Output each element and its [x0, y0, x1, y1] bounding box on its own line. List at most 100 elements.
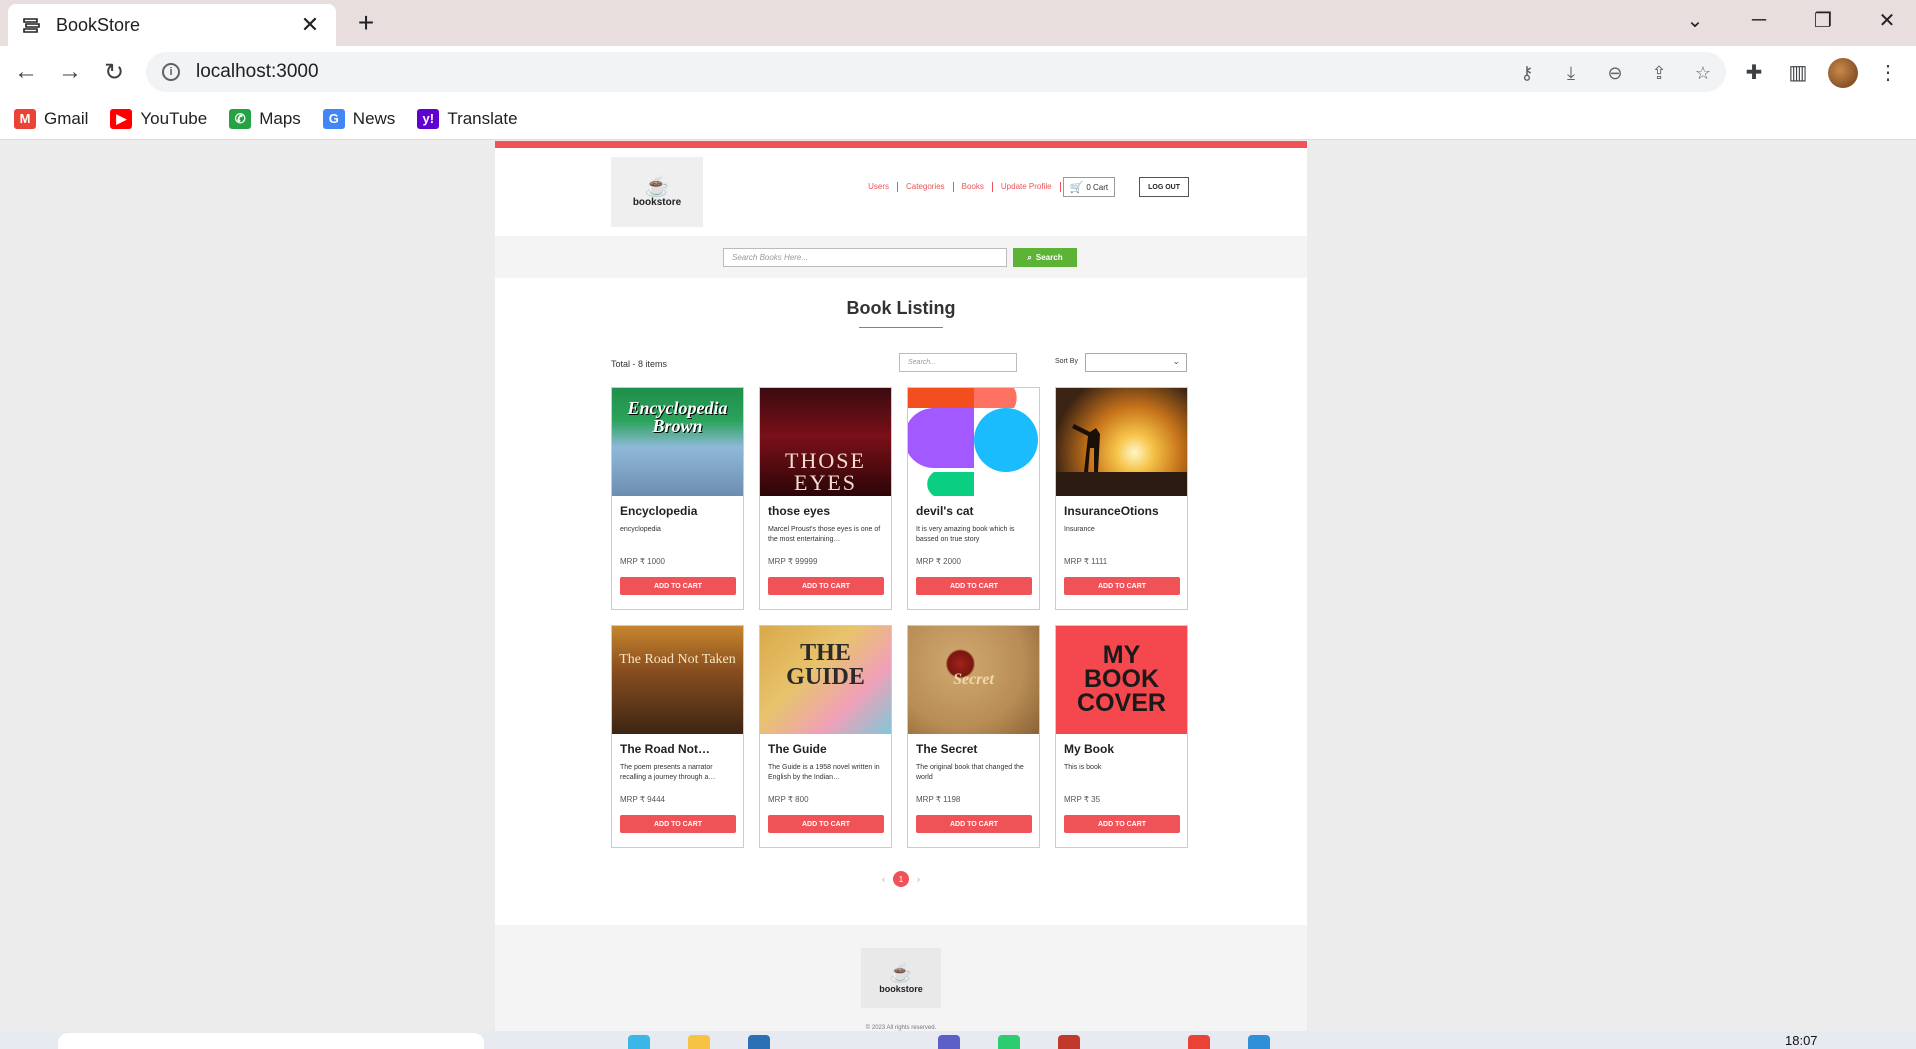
page-number-current[interactable]: 1 [893, 871, 909, 887]
add-to-cart-button[interactable]: ADD TO CART [620, 577, 736, 595]
book-price: MRP ₹ 99999 [768, 557, 818, 566]
nav-update-profile[interactable]: Update Profile [993, 182, 1061, 192]
add-to-cart-button[interactable]: ADD TO CART [916, 577, 1032, 595]
book-cover-image[interactable]: The Road Not Taken [612, 626, 743, 734]
folder-icon[interactable] [688, 1035, 710, 1049]
next-page-icon[interactable]: › [917, 874, 920, 884]
book-description: This is book [1064, 764, 1102, 771]
book-stack-icon [22, 14, 44, 36]
book-card[interactable]: Encyclopedia Brown Encyclopedia encycloped… [611, 387, 744, 610]
nav-books[interactable]: Books [954, 182, 993, 192]
store-icon[interactable] [748, 1035, 770, 1049]
new-tab-icon[interactable]: + [350, 8, 382, 38]
book-price: MRP ₹ 1000 [620, 557, 665, 566]
tab-search-chevron-icon[interactable]: ⌄ [1668, 0, 1722, 40]
minimize-icon[interactable]: ─ [1732, 0, 1786, 40]
whatsapp-icon[interactable] [998, 1035, 1020, 1049]
book-cover-image[interactable]: Secret [908, 626, 1039, 734]
book-search-input[interactable]: Search Books Here... [723, 248, 1007, 267]
bookmarks-bar: M Gmail ▶ YouTube ✆ Maps G News y! Translate [0, 98, 1916, 140]
logout-button[interactable]: LOG OUT [1139, 177, 1189, 197]
book-description: It is very amazing book which is bassed … [916, 526, 1015, 543]
book-cover-image[interactable]: THE GUIDE [760, 626, 891, 734]
address-bar[interactable]: i localhost:3000 ⚷ ⤓ ⊖ ⇪ ☆ [146, 52, 1726, 92]
add-to-cart-button[interactable]: ADD TO CART [1064, 577, 1180, 595]
add-to-cart-button[interactable]: ADD TO CART [768, 577, 884, 595]
bookmark-translate[interactable]: y! Translate [417, 108, 518, 129]
bookmark-gmail[interactable]: M Gmail [14, 108, 88, 129]
key-icon[interactable]: ⚷ [1514, 60, 1540, 86]
window-close-icon[interactable]: ✕ [1860, 0, 1914, 40]
bookstore-page: ☕ bookstore Users Categories Books Updat… [495, 141, 1307, 1031]
book-cup-icon: ☕ [644, 175, 670, 198]
zoom-icon[interactable]: ⊖ [1602, 60, 1628, 86]
filter-search-input[interactable]: Search... [899, 353, 1017, 372]
add-to-cart-button[interactable]: ADD TO CART [768, 815, 884, 833]
book-cover-image[interactable]: THOSE EYES [760, 388, 891, 496]
bookmark-maps[interactable]: ✆ Maps [229, 108, 301, 129]
search-band: Search Books Here... ⌕ Search [495, 236, 1307, 278]
star-icon[interactable]: ☆ [1690, 60, 1716, 86]
nav-categories[interactable]: Categories [898, 182, 954, 192]
book-title: The Secret [916, 742, 978, 756]
share-icon[interactable]: ⇪ [1646, 60, 1672, 86]
reload-icon[interactable]: ↻ [98, 56, 130, 88]
site-logo[interactable]: ☕ bookstore [611, 157, 703, 227]
book-card[interactable]: MY BOOK COVER My Book This is book MRP ₹ 35… [1055, 625, 1188, 848]
side-panel-icon[interactable]: ▥ [1782, 56, 1814, 88]
menu-icon[interactable]: ⋮ [1872, 56, 1904, 88]
info-icon[interactable]: i [162, 63, 180, 81]
book-cover-image[interactable]: MY BOOK COVER [1056, 626, 1187, 734]
bookmark-label: Maps [259, 108, 301, 128]
taskbar-search[interactable] [58, 1033, 484, 1049]
cart-button[interactable]: 🛒 0 Cart [1062, 177, 1116, 197]
chrome-icon[interactable] [1188, 1035, 1210, 1049]
book-card[interactable]: THOSE EYES those eyes Marcel Proust's thos… [759, 387, 892, 610]
book-card[interactable]: InsuranceOtions Insurance MRP ₹ 1111 ADD TO… [1055, 387, 1188, 610]
book-cover-image[interactable] [908, 388, 1039, 496]
logo-text: bookstore [632, 196, 682, 208]
cart-label: 0 Cart [1086, 182, 1109, 192]
app-icon[interactable] [1058, 1035, 1080, 1049]
book-cover-image[interactable]: Encyclopedia Brown [612, 388, 743, 496]
nav-users[interactable]: Users [860, 182, 898, 192]
footer-logo[interactable]: ☕ bookstore [861, 948, 941, 1008]
book-card[interactable]: Secret The Secret The original book that c… [907, 625, 1040, 848]
book-card[interactable]: THE GUIDE The Guide The Guide is a 1958 no… [759, 625, 892, 848]
os-taskbar: 18:07 [0, 1031, 1916, 1049]
add-to-cart-button[interactable]: ADD TO CART [620, 815, 736, 833]
install-icon[interactable]: ⤓ [1558, 60, 1584, 86]
back-icon[interactable]: ← [10, 56, 42, 88]
tab-title: BookStore [56, 14, 141, 35]
prev-page-icon[interactable]: ‹ [882, 874, 885, 884]
edge-icon[interactable] [628, 1035, 650, 1049]
vscode-icon[interactable] [1248, 1035, 1270, 1049]
add-to-cart-button[interactable]: ADD TO CART [916, 815, 1032, 833]
book-cover-image[interactable] [1056, 388, 1187, 496]
maps-icon: ✆ [229, 108, 252, 129]
add-to-cart-button[interactable]: ADD TO CART [1064, 815, 1180, 833]
browser-tab[interactable]: BookStore ✕ [8, 4, 336, 46]
bookmark-label: YouTube [140, 108, 208, 128]
accent-bar [495, 141, 1307, 148]
cover-title: The Road Not Taken [619, 652, 736, 667]
sort-label: Sort By [1055, 358, 1078, 365]
url-text[interactable]: localhost:3000 [196, 61, 319, 83]
teams-icon[interactable] [938, 1035, 960, 1049]
sort-select[interactable]: ⌄ [1085, 353, 1187, 372]
cover-title: Encyclopedia Brown [627, 398, 728, 436]
cover-title: Secret [953, 671, 994, 688]
close-icon[interactable]: ✕ [298, 12, 322, 38]
search-button[interactable]: ⌕ Search [1013, 248, 1077, 267]
restore-icon[interactable]: ❐ [1796, 0, 1850, 40]
avatar[interactable] [1828, 58, 1858, 88]
bookmark-youtube[interactable]: ▶ YouTube [110, 108, 208, 129]
page-title: Book Listing [846, 298, 956, 318]
book-card[interactable]: devil's cat It is very amazing book which… [907, 387, 1040, 610]
total-count: Total - 8 items [611, 359, 668, 369]
bookmark-news[interactable]: G News [322, 108, 395, 129]
footer-logo-text: bookstore [879, 983, 923, 994]
book-card[interactable]: The Road Not Taken The Road Not… The poem … [611, 625, 744, 848]
forward-icon[interactable]: → [54, 56, 86, 88]
extensions-icon[interactable]: ✚ [1738, 56, 1770, 88]
